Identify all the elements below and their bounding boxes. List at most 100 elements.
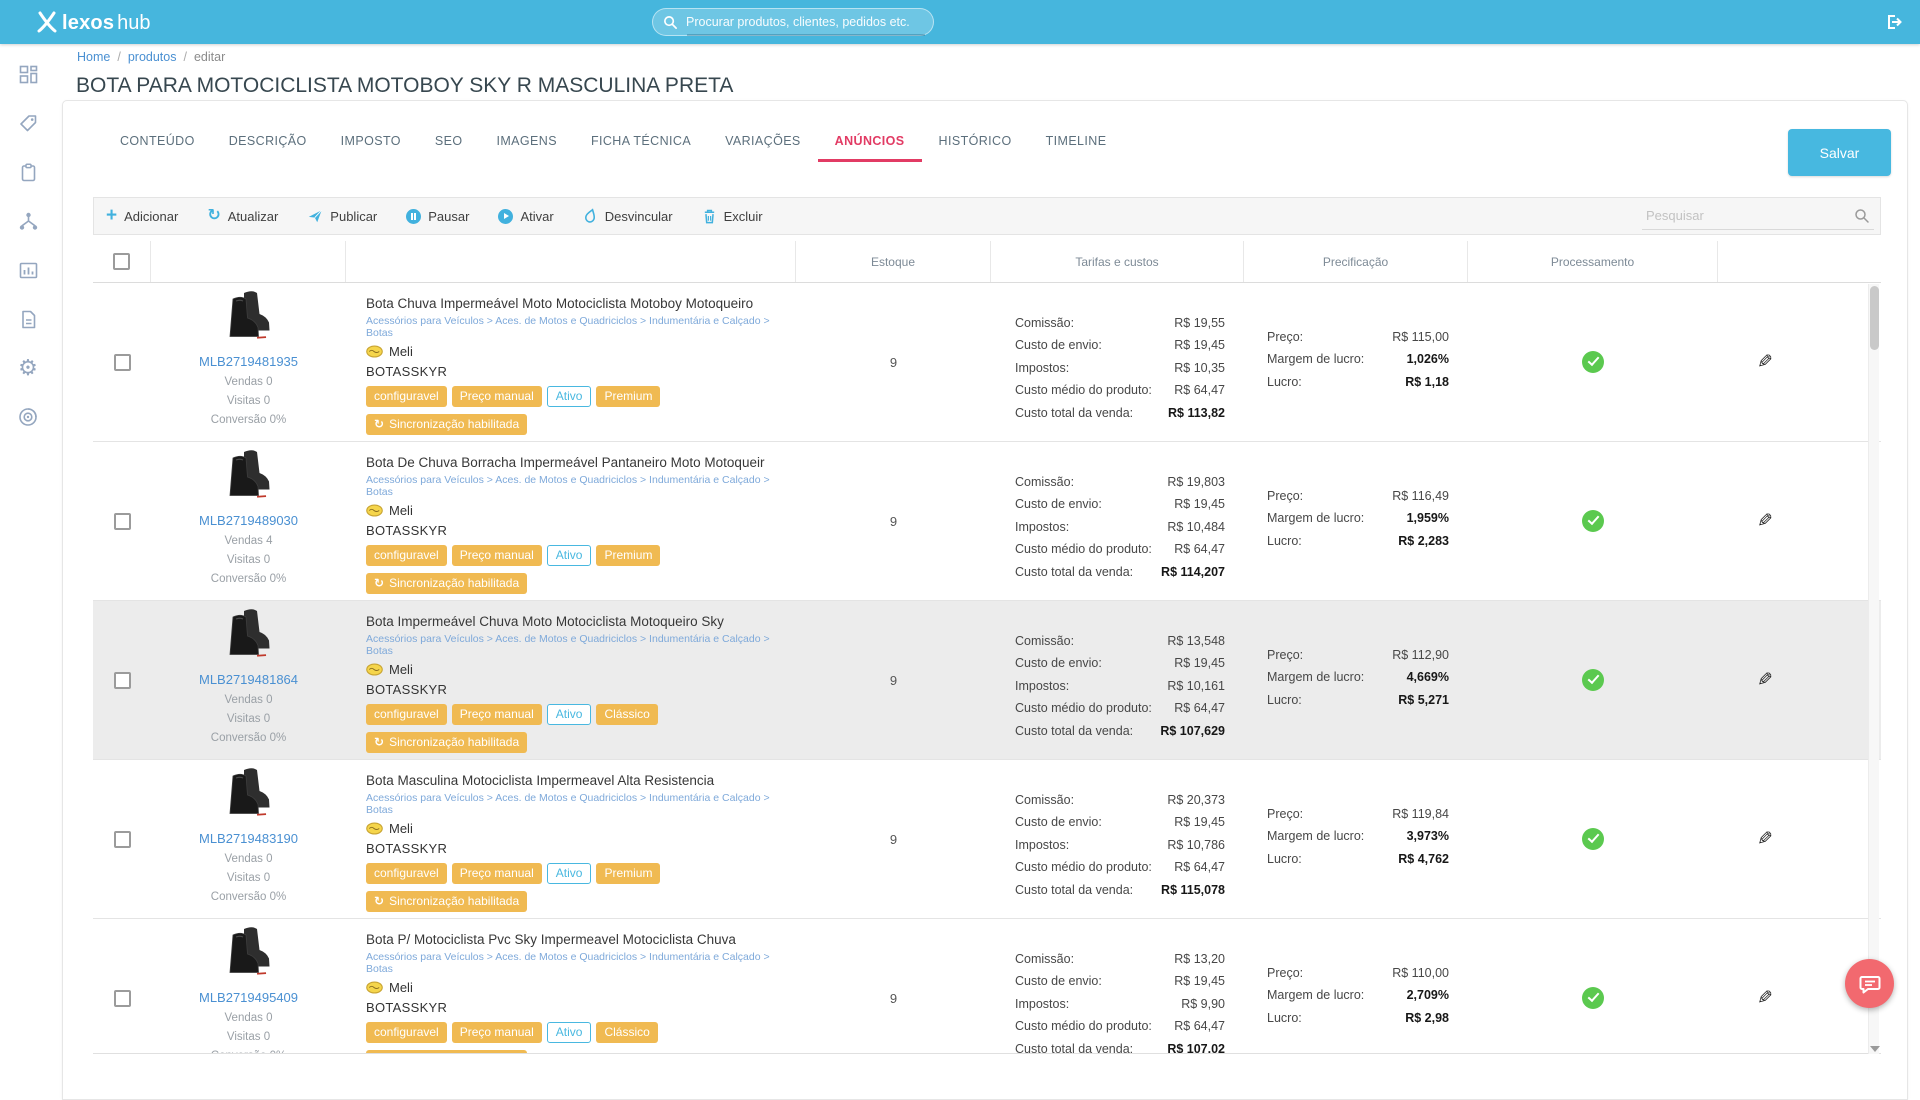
logout-button[interactable] bbox=[1884, 12, 1904, 37]
header-estoque: Estoque bbox=[796, 241, 991, 282]
channel-row: Meli bbox=[366, 980, 796, 995]
delete-button-label: Excluir bbox=[724, 209, 763, 224]
edit-pencil-icon[interactable]: ✎ bbox=[1757, 669, 1773, 692]
sidebar-item-orders[interactable] bbox=[16, 160, 40, 184]
lexos-hub-logo[interactable]: lexos hub bbox=[36, 7, 151, 35]
product-thumbnail[interactable] bbox=[220, 289, 278, 341]
channel-row: Meli bbox=[366, 662, 796, 677]
custo-envio-label: Custo de envio: bbox=[1015, 334, 1102, 356]
unlink-button[interactable]: Desvincular bbox=[583, 208, 673, 224]
conversion-stat: Conversão 0% bbox=[151, 1050, 346, 1054]
sidebar-item-dashboard[interactable] bbox=[16, 62, 40, 86]
edit-pencil-icon[interactable]: ✎ bbox=[1757, 351, 1773, 374]
sidebar-item-support[interactable] bbox=[16, 405, 40, 429]
custo-medio-label: Custo médio do produto: bbox=[1015, 379, 1152, 401]
table-search-input[interactable] bbox=[1642, 203, 1874, 230]
add-button[interactable]: + Adicionar bbox=[106, 209, 178, 224]
sync-label: Sincronização habilitada bbox=[389, 1053, 519, 1054]
sync-badge: ↻ Sincronização habilitada bbox=[366, 573, 527, 594]
select-all-checkbox[interactable] bbox=[113, 253, 130, 270]
badge-tipo-anuncio: Premium bbox=[596, 545, 660, 566]
sidebar-item-integrations[interactable] bbox=[16, 209, 40, 233]
conversion-stat: Conversão 0% bbox=[151, 414, 346, 426]
table-row: MLB2719489030 Vendas 4 Visitas 0 Convers… bbox=[93, 442, 1881, 601]
scrollbar-down-arrow[interactable] bbox=[1870, 1046, 1880, 1052]
impostos-value: R$ 10,786 bbox=[1167, 834, 1225, 856]
edit-pencil-icon[interactable]: ✎ bbox=[1757, 510, 1773, 533]
badge-configuravel: configuravel bbox=[366, 863, 447, 884]
actions-cell: ✎ bbox=[1718, 760, 1881, 918]
global-search[interactable] bbox=[652, 8, 934, 36]
row-checkbox[interactable] bbox=[114, 990, 131, 1007]
table-body: MLB2719481935 Vendas 0 Visitas 0 Convers… bbox=[93, 283, 1881, 1054]
tariffs-cell: Comissão:R$ 20,373 Custo de envio:R$ 19,… bbox=[991, 760, 1244, 918]
stock-value: 9 bbox=[796, 760, 991, 918]
tab-anuncios[interactable]: ANÚNCIOS bbox=[818, 125, 922, 162]
tab-imagens[interactable]: IMAGENS bbox=[479, 125, 573, 162]
table-header: Estoque Tarifas e custos Precificação Pr… bbox=[93, 241, 1881, 283]
save-button[interactable]: Salvar bbox=[1788, 129, 1891, 176]
channel-row: Meli bbox=[366, 503, 796, 518]
tariffs-cell: Comissão:R$ 13,20 Custo de envio:R$ 19,4… bbox=[991, 919, 1244, 1054]
table-row: MLB2719481935 Vendas 0 Visitas 0 Convers… bbox=[93, 283, 1881, 442]
tab-conteudo[interactable]: CONTEÚDO bbox=[103, 125, 212, 162]
lucro-value: R$ 4,762 bbox=[1398, 848, 1449, 870]
delete-button[interactable]: Excluir bbox=[702, 208, 763, 224]
custo-medio-label: Custo médio do produto: bbox=[1015, 856, 1152, 878]
sync-icon: ↻ bbox=[374, 576, 384, 590]
pricing-cell: Preço:R$ 112,90 Margem de lucro:4,669% L… bbox=[1244, 601, 1468, 759]
sidebar-item-reports[interactable] bbox=[16, 258, 40, 282]
activate-button[interactable]: Ativar bbox=[498, 209, 553, 224]
sync-icon: ↻ bbox=[374, 735, 384, 749]
row-checkbox[interactable] bbox=[114, 354, 131, 371]
sidebar-item-products[interactable] bbox=[16, 111, 40, 135]
tab-seo[interactable]: SEO bbox=[418, 125, 480, 162]
breadcrumb-produtos[interactable]: produtos bbox=[128, 50, 177, 64]
listing-id-link[interactable]: MLB2719483190 bbox=[151, 831, 346, 846]
sidebar-item-settings[interactable]: ⚙ bbox=[16, 356, 40, 380]
category-path: Acessórios para Veículos > Aces. de Moto… bbox=[366, 633, 796, 657]
sync-row: ↻ Sincronização habilitada bbox=[366, 891, 796, 912]
row-checkbox[interactable] bbox=[114, 513, 131, 530]
chat-fab-button[interactable] bbox=[1845, 959, 1894, 1008]
listing-id-link[interactable]: MLB2719481864 bbox=[151, 672, 346, 687]
publish-button[interactable]: Publicar bbox=[307, 208, 377, 224]
listing-title: Bota Chuva Impermeável Moto Motociclista… bbox=[366, 296, 796, 311]
table-search[interactable] bbox=[1642, 203, 1874, 230]
global-search-input[interactable] bbox=[686, 15, 923, 29]
tab-historico[interactable]: HISTÓRICO bbox=[922, 125, 1029, 162]
tab-imposto[interactable]: IMPOSTO bbox=[324, 125, 418, 162]
row-checkbox[interactable] bbox=[114, 831, 131, 848]
badge-tipo-anuncio: Clássico bbox=[596, 1022, 657, 1043]
edit-pencil-icon[interactable]: ✎ bbox=[1757, 987, 1773, 1010]
impostos-label: Impostos: bbox=[1015, 357, 1069, 379]
tab-ficha-tecnica[interactable]: FICHA TÉCNICA bbox=[574, 125, 708, 162]
tab-descricao[interactable]: DESCRIÇÃO bbox=[212, 125, 324, 162]
channel-label: Meli bbox=[389, 821, 413, 836]
listing-id-link[interactable]: MLB2719495409 bbox=[151, 990, 346, 1005]
sync-row: ↻ Sincronização habilitada bbox=[366, 1050, 796, 1054]
custo-envio-value: R$ 19,45 bbox=[1174, 493, 1225, 515]
sidebar-item-documents[interactable] bbox=[16, 307, 40, 331]
vertical-scrollbar[interactable] bbox=[1868, 284, 1879, 1054]
product-thumbnail[interactable] bbox=[220, 448, 278, 500]
tab-bar: CONTEÚDO DESCRIÇÃO IMPOSTO SEO IMAGENS F… bbox=[103, 125, 1123, 162]
sales-stat: Vendas 0 bbox=[151, 694, 346, 706]
tab-variacoes[interactable]: VARIAÇÕES bbox=[708, 125, 818, 162]
row-checkbox[interactable] bbox=[114, 672, 131, 689]
category-path: Acessórios para Veículos > Aces. de Moto… bbox=[366, 474, 796, 498]
channel-row: Meli bbox=[366, 344, 796, 359]
custo-medio-label: Custo médio do produto: bbox=[1015, 538, 1152, 560]
tab-timeline[interactable]: TIMELINE bbox=[1029, 125, 1124, 162]
listing-id-link[interactable]: MLB2719489030 bbox=[151, 513, 346, 528]
product-thumbnail[interactable] bbox=[220, 766, 278, 818]
listing-id-link[interactable]: MLB2719481935 bbox=[151, 354, 346, 369]
product-thumbnail[interactable] bbox=[220, 925, 278, 977]
product-thumbnail[interactable] bbox=[220, 607, 278, 659]
breadcrumb-home[interactable]: Home bbox=[77, 50, 110, 64]
refresh-button[interactable]: ↻ Atualizar bbox=[207, 209, 278, 224]
pause-button[interactable]: Pausar bbox=[406, 209, 469, 224]
edit-pencil-icon[interactable]: ✎ bbox=[1757, 828, 1773, 851]
scrollbar-thumb[interactable] bbox=[1870, 286, 1879, 350]
target-icon bbox=[17, 406, 39, 428]
